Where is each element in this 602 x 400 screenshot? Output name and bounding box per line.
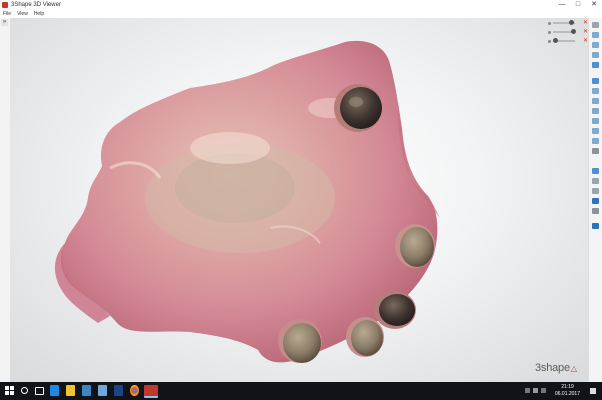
visibility-dot-icon[interactable] xyxy=(548,40,551,43)
notifications-icon[interactable] xyxy=(590,388,596,394)
scene-object-row: ✕ xyxy=(548,38,589,44)
cube-left-icon[interactable] xyxy=(592,88,599,94)
annotate-icon[interactable] xyxy=(592,198,599,204)
molar-highlight xyxy=(349,97,363,107)
slider-knob[interactable] xyxy=(569,20,574,25)
clock-time: 21:19 xyxy=(561,384,574,390)
tray-volume-icon[interactable] xyxy=(533,388,538,393)
mail-icon[interactable] xyxy=(98,385,107,396)
eye-icon[interactable] xyxy=(592,168,599,174)
window-controls: — □ ✕ xyxy=(554,0,602,10)
windows-taskbar: 21:19 06.01.2017 xyxy=(0,382,602,400)
cube-right-icon[interactable] xyxy=(592,98,599,104)
expand-panel-button[interactable]: » xyxy=(1,19,8,26)
3d-viewport[interactable]: 3shape△ ✕ ✕ ✕ xyxy=(10,18,589,382)
search-icon[interactable] xyxy=(21,387,28,394)
palate-highlight xyxy=(190,132,270,164)
dental-scan-model[interactable] xyxy=(10,18,589,382)
transparency-slider[interactable] xyxy=(553,29,576,34)
scene-object-row: ✕ xyxy=(548,29,589,35)
tray-language-icon[interactable] xyxy=(541,388,546,393)
viewer-icon[interactable] xyxy=(144,385,158,398)
window-title: 3Shape 3D Viewer xyxy=(11,2,61,8)
menu-bar: File View Help xyxy=(0,10,602,18)
scene-objects-panel: ✕ ✕ ✕ xyxy=(548,20,589,46)
maximize-button[interactable]: □ xyxy=(570,0,586,10)
menu-file[interactable]: File xyxy=(0,10,14,18)
scale-icon[interactable] xyxy=(592,22,599,28)
settings-icon[interactable] xyxy=(592,208,599,214)
brand-logo: 3shape△ xyxy=(535,362,577,374)
premolar-tooth xyxy=(379,294,415,326)
menu-view[interactable]: View xyxy=(14,10,31,18)
tray-network-icon[interactable] xyxy=(525,388,530,393)
task-view-icon[interactable] xyxy=(35,387,44,395)
file-explorer-icon[interactable] xyxy=(66,385,75,396)
view-layers-icon[interactable] xyxy=(592,78,599,84)
cube-side-icon[interactable] xyxy=(592,128,599,134)
cube-back-icon[interactable] xyxy=(592,42,599,48)
minimize-button[interactable]: — xyxy=(554,0,570,10)
scene-object-row: ✕ xyxy=(548,20,589,26)
section-icon[interactable] xyxy=(592,178,599,184)
wrench-icon[interactable] xyxy=(592,148,599,154)
measure-icon[interactable] xyxy=(592,188,599,194)
canine-tooth xyxy=(400,227,434,267)
visibility-dot-icon[interactable] xyxy=(548,31,551,34)
app-logo-icon xyxy=(2,2,8,8)
visibility-dot-icon[interactable] xyxy=(548,22,551,25)
edge-icon[interactable] xyxy=(50,385,59,396)
incisor-left xyxy=(283,323,321,363)
cube-top-icon[interactable] xyxy=(592,52,599,58)
ok-icon[interactable] xyxy=(592,223,599,229)
slider-knob[interactable] xyxy=(553,38,558,43)
camera-icon[interactable] xyxy=(592,62,599,68)
app-icon[interactable] xyxy=(114,385,123,396)
cube-bottom-icon[interactable] xyxy=(592,118,599,124)
transparency-slider[interactable] xyxy=(553,38,575,43)
start-button[interactable] xyxy=(5,386,14,395)
transparency-slider[interactable] xyxy=(553,20,575,25)
store-icon[interactable] xyxy=(82,385,91,396)
right-toolbar xyxy=(588,18,602,382)
clock-date: 06.01.2017 xyxy=(554,391,580,397)
cube-iso-icon[interactable] xyxy=(592,108,599,114)
close-button[interactable]: ✕ xyxy=(586,0,602,10)
chrome-icon[interactable] xyxy=(130,385,139,396)
incisor-right xyxy=(351,320,383,356)
system-clock[interactable]: 21:19 06.01.2017 xyxy=(555,384,580,398)
slider-knob[interactable] xyxy=(571,29,576,34)
menu-help[interactable]: Help xyxy=(31,10,47,18)
cube-rear-icon[interactable] xyxy=(592,138,599,144)
cube-front-icon[interactable] xyxy=(592,32,599,38)
molar-tooth xyxy=(340,87,382,129)
